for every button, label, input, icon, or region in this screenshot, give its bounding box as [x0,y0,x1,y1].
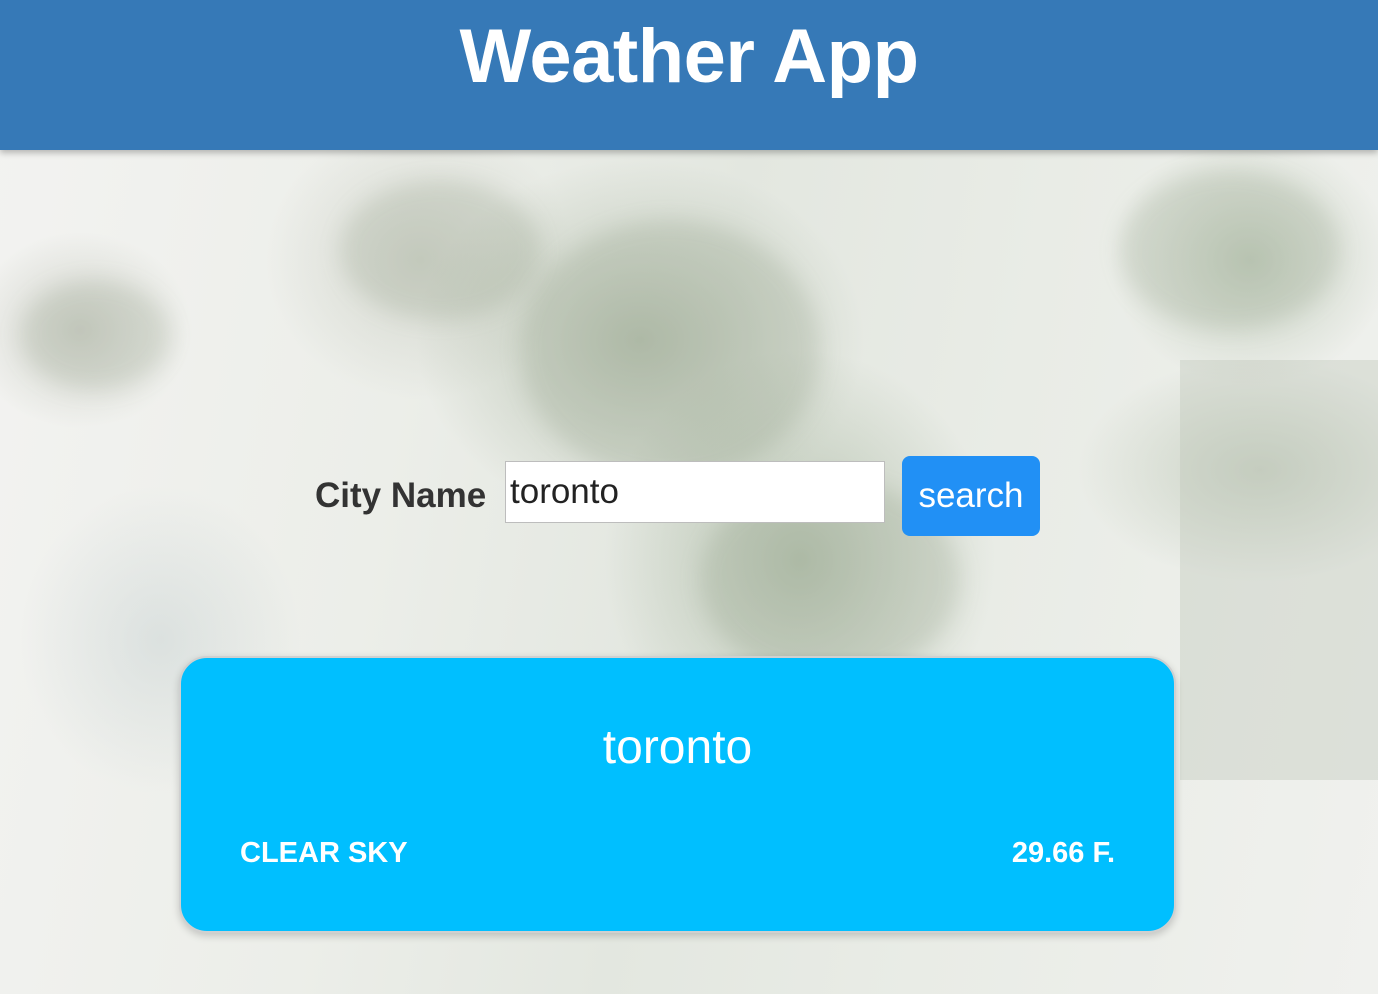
city-name-label: City Name [315,476,487,515]
search-form: City Name search [0,456,1378,536]
app-title: Weather App [459,14,920,99]
app-header: Weather App [0,0,1378,150]
weather-result-card: toronto CLEAR SKY 29.66 F. [179,656,1176,933]
result-city-name: toronto [602,721,753,774]
weather-description: CLEAR SKY [240,837,408,869]
temperature-value: 29.66 F. [1011,837,1115,869]
city-name-input[interactable] [505,461,885,523]
search-button[interactable]: search [902,456,1040,536]
